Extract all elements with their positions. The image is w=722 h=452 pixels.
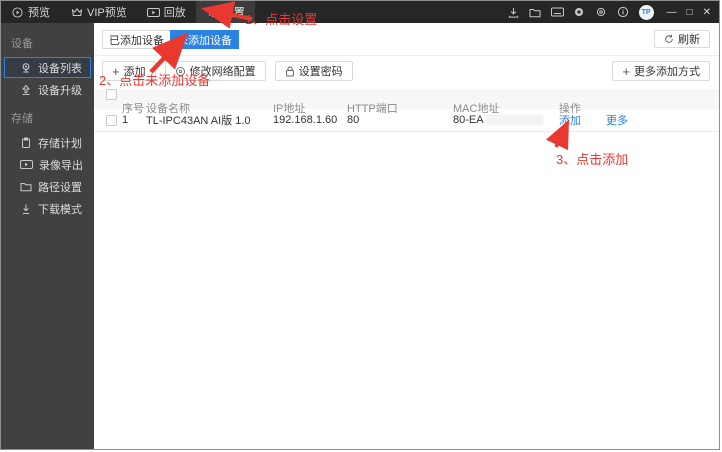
refresh-button[interactable]: 刷新	[654, 30, 710, 48]
cell-operation: 添加 更多	[559, 112, 719, 128]
annotation-step2: 2、点击未添加设备	[99, 73, 211, 88]
more-add-methods-button[interactable]: + 更多添加方式	[612, 61, 710, 81]
row-add-link[interactable]: 添加	[559, 112, 581, 128]
tab-unadded-devices[interactable]: 未添加设备	[170, 30, 239, 49]
cell-ip: 192.168.1.60	[273, 114, 338, 126]
sidebar-item-label: 设备列表	[38, 62, 82, 75]
lock-icon	[285, 66, 294, 76]
playback-icon	[146, 6, 160, 19]
tab-vip-preview-label: VIP预览	[87, 7, 127, 19]
select-all-checkbox[interactable]	[106, 89, 117, 100]
device-table: 序号 设备名称 IP地址 HTTP端口 MAC地址 操作 1 TL-IPC43A…	[94, 89, 719, 132]
sidebar-item-device-list[interactable]: 设备列表	[4, 57, 91, 78]
sidebar-item-label: 下载模式	[38, 203, 82, 216]
service-gear-icon[interactable]	[573, 6, 586, 19]
tp-avatar[interactable]: TP	[638, 4, 654, 20]
cell-device-name: TL-IPC43AN AI版 1.0	[146, 115, 251, 127]
set-password-label: 设置密码	[298, 66, 343, 78]
divider	[94, 55, 719, 56]
window-controls: — □ ✕	[667, 7, 711, 18]
sidebar-item-label: 设备升级	[38, 84, 82, 97]
sidebar-item-label: 存储计划	[38, 137, 82, 150]
folder-icon	[20, 183, 32, 192]
tab-vip-preview[interactable]: VIP预览	[60, 1, 137, 23]
refresh-icon	[665, 34, 673, 43]
sidebar-item-label: 路径设置	[38, 181, 82, 194]
tab-playback[interactable]: 回放	[137, 1, 196, 23]
annotation-step1: 1、点击设置	[245, 12, 318, 27]
tab-settings-label: 设置	[222, 7, 245, 19]
settings-gear-icon[interactable]	[595, 6, 608, 19]
cell-http-port: 80	[347, 114, 360, 126]
upgrade-icon	[21, 84, 31, 95]
mac-blurred-area	[486, 115, 543, 125]
table-header: 序号 设备名称 IP地址 HTTP端口 MAC地址 操作	[94, 89, 719, 115]
gear-icon	[206, 6, 219, 19]
minimize-button[interactable]: —	[667, 7, 677, 18]
more-add-methods-label: 更多添加方式	[634, 66, 700, 78]
tab-playback-label: 回放	[163, 7, 186, 19]
sidebar-section-device: 设备	[11, 38, 33, 50]
titlebar-tabs: 预览 VIP预览 回放 设置	[1, 1, 255, 23]
sidebar-item-path-settings[interactable]: 路径设置	[4, 176, 91, 197]
plus-icon: +	[622, 63, 630, 79]
row-more-link[interactable]: 更多	[606, 112, 628, 128]
sidebar: 设备 设备列表 设备升级 存储 存储计划 录像导出 路径设置 下载模式	[1, 23, 94, 449]
refresh-label: 刷新	[678, 34, 700, 46]
cell-index: 1	[122, 114, 129, 126]
set-password-button[interactable]: 设置密码	[274, 61, 353, 81]
titlebar: 预览 VIP预览 回放 设置 TP — □ ✕	[1, 1, 719, 23]
crown-icon	[70, 6, 83, 19]
sidebar-section-storage: 存储	[11, 113, 33, 125]
device-tabs-row: 已添加设备 未添加设备 刷新	[102, 30, 710, 49]
message-card-icon[interactable]	[550, 6, 564, 19]
download-icon[interactable]	[507, 6, 520, 19]
tab-preview[interactable]: 预览	[1, 1, 60, 23]
sidebar-item-label: 录像导出	[39, 159, 83, 172]
info-icon[interactable]	[617, 6, 630, 19]
video-export-icon	[20, 160, 33, 169]
app-window: 预览 VIP预览 回放 设置 TP — □ ✕ 设备 设备列表 设备升级 存储 …	[0, 0, 720, 450]
titlebar-actions: TP — □ ✕	[507, 4, 719, 20]
row-checkbox[interactable]	[106, 114, 117, 126]
download-mode-icon	[23, 204, 29, 214]
mac-prefix: 80-EA	[453, 114, 484, 126]
sidebar-item-video-export[interactable]: 录像导出	[4, 154, 91, 175]
cell-mac: 80-EA	[453, 114, 559, 126]
tab-added-devices[interactable]: 已添加设备	[102, 30, 170, 49]
close-button[interactable]: ✕	[703, 7, 711, 18]
sidebar-item-storage-plan[interactable]: 存储计划	[4, 132, 91, 153]
clipboard-icon	[22, 137, 30, 148]
play-circle-icon	[11, 6, 24, 19]
sidebar-item-download-mode[interactable]: 下载模式	[4, 198, 91, 219]
annotation-step3: 3、点击添加	[556, 152, 629, 167]
camera-icon	[22, 62, 30, 72]
sidebar-item-device-upgrade[interactable]: 设备升级	[4, 79, 91, 100]
maximize-button[interactable]: □	[687, 7, 693, 18]
folder-icon[interactable]	[529, 6, 542, 19]
tab-preview-label: 预览	[28, 7, 50, 19]
